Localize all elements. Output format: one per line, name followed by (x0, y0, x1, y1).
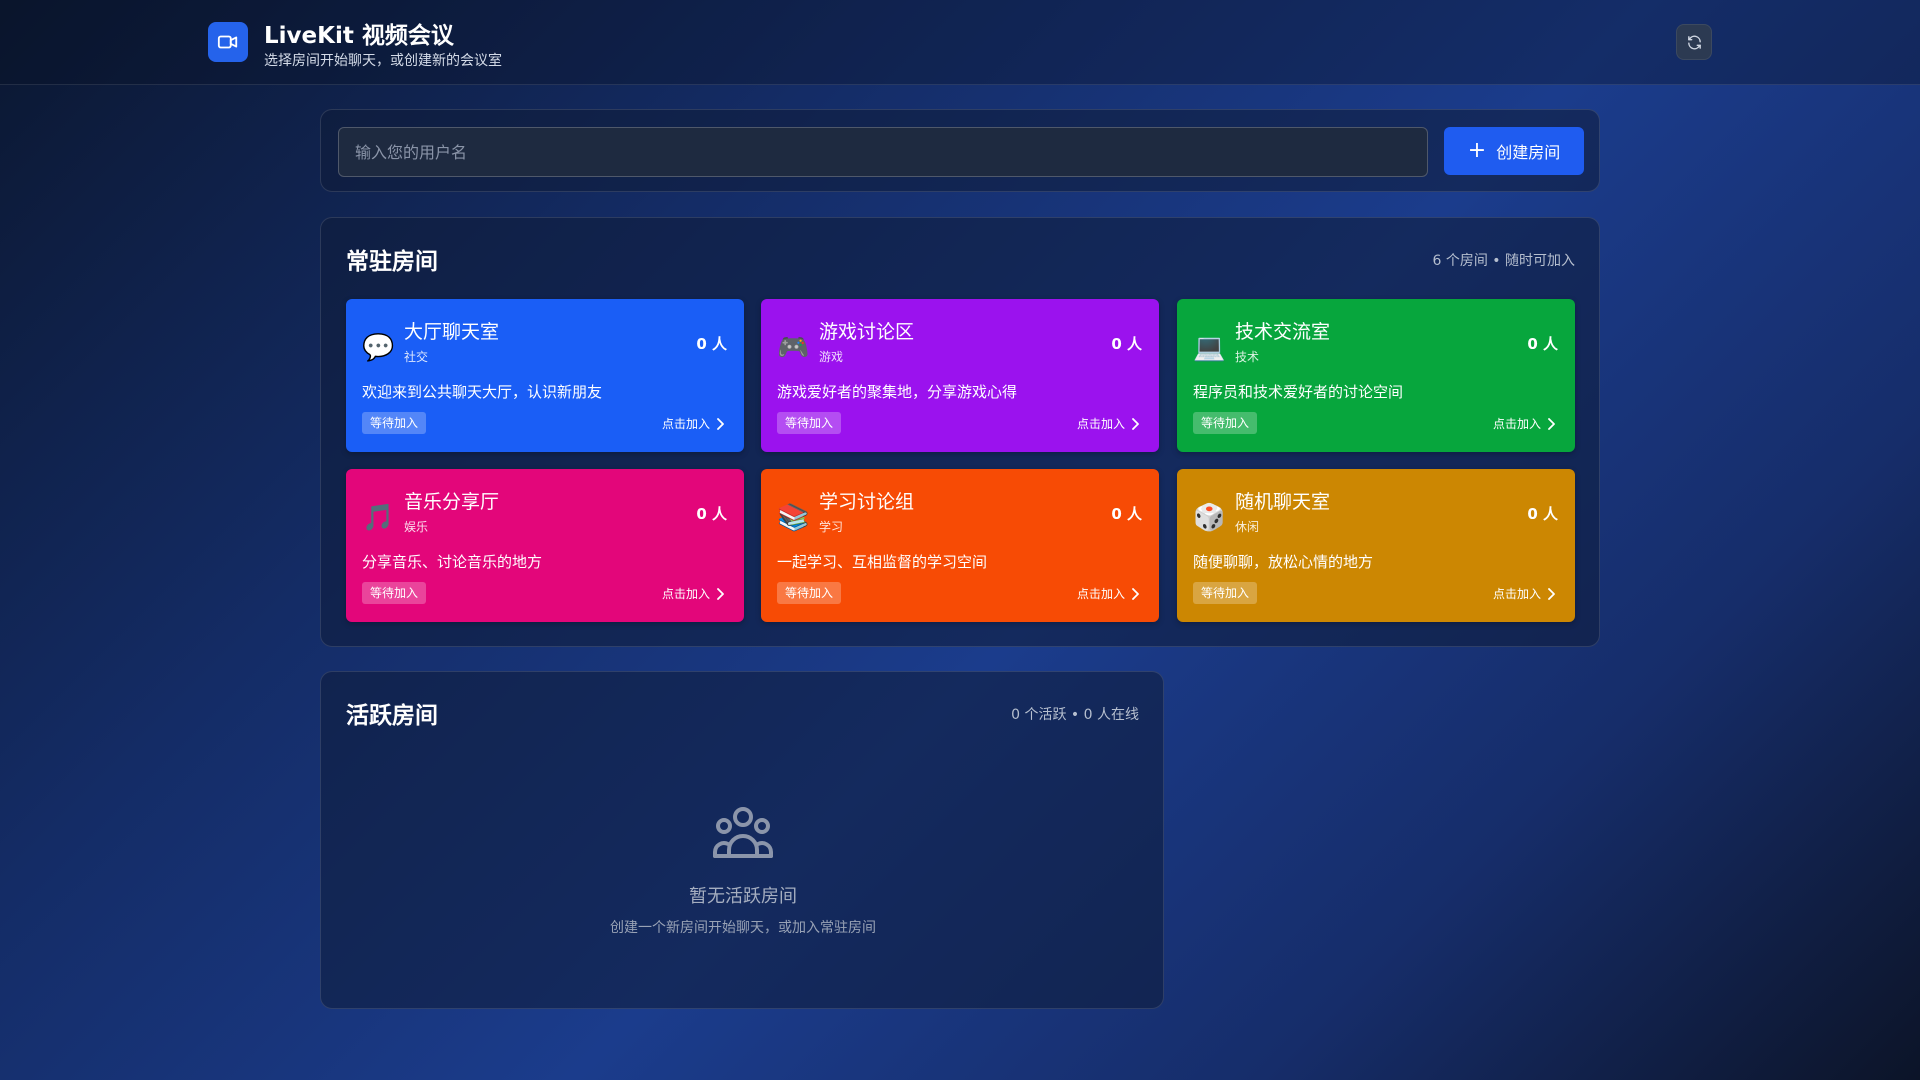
laptop-icon: 💻 (1193, 333, 1226, 363)
dice-icon: 🎲 (1193, 503, 1226, 533)
room-category: 娱乐 (404, 520, 429, 534)
active-rooms-section: 活跃房间 0 个活跃 • 0 人在线 暂无活跃房间 创建一个新房间开始聊天，或加… (320, 671, 1164, 1009)
permanent-rooms-title: 常驻房间 (346, 249, 438, 275)
plus-icon: + (1467, 138, 1487, 163)
room-join-link[interactable]: 点击加入 (662, 585, 724, 602)
room-name: 随机聊天室 (1235, 491, 1331, 513)
room-status-badge: 等待加入 (777, 582, 842, 604)
room-participant-count: 0 人 (696, 335, 727, 353)
video-camera-icon (217, 35, 238, 49)
room-join-link[interactable]: 点击加入 (1077, 585, 1139, 602)
room-card[interactable]: 💻 技术交流室技术 0 人程序员和技术爱好者的讨论空间等待加入 点击加入 (1177, 299, 1575, 452)
chevron-right-icon (1548, 587, 1555, 600)
room-card[interactable]: 🎲 随机聊天室休闲 0 人随便聊聊，放松心情的地方等待加入 点击加入 (1177, 469, 1575, 622)
room-status-badge: 等待加入 (1193, 582, 1258, 604)
empty-state-title: 暂无活跃房间 (689, 886, 797, 907)
room-join-label: 点击加入 (1492, 587, 1541, 601)
room-join-label: 点击加入 (1076, 587, 1125, 601)
room-join-label: 点击加入 (1076, 417, 1125, 431)
top-header: LiveKit 视频会议 选择房间开始聊天，或创建新的会议室 (0, 0, 1920, 85)
username-input[interactable] (338, 127, 1428, 177)
books-icon: 📚 (777, 503, 810, 533)
room-join-label: 点击加入 (1492, 417, 1541, 431)
room-category: 游戏 (819, 350, 844, 364)
room-category: 学习 (819, 520, 844, 534)
room-name: 技术交流室 (1235, 321, 1331, 343)
room-name: 学习讨论组 (819, 491, 915, 513)
music-note-icon: 🎵 (362, 503, 395, 533)
users-group-icon (713, 807, 773, 858)
app-subtitle: 选择房间开始聊天，或创建新的会议室 (264, 53, 502, 69)
room-join-label: 点击加入 (661, 587, 710, 601)
game-controller-icon: 🎮 (777, 333, 810, 363)
permanent-rooms-section: 常驻房间 6 个房间 • 随时可加入 💬 大厅聊天室 社交 0 人欢迎来到公共聊天大厅… (320, 217, 1600, 647)
empty-state-subtitle: 创建一个新房间开始聊天，或加入常驻房间 (610, 920, 876, 936)
chevron-right-icon (1132, 587, 1139, 600)
room-name: 音乐分享厅 (404, 491, 500, 513)
room-participant-count: 0 人 (1111, 505, 1142, 523)
chevron-right-icon (1548, 417, 1555, 430)
room-description: 分享音乐、讨论音乐的地方 (362, 553, 543, 571)
refresh-icon (1687, 35, 1701, 49)
app-title: LiveKit 视频会议 (264, 23, 454, 49)
room-description: 欢迎来到公共聊天大厅，认识新朋友 (362, 383, 603, 401)
room-name: 游戏讨论区 (819, 321, 915, 343)
room-card[interactable]: 📚 学习讨论组学习 0 人一起学习、互相监督的学习空间等待加入 点击加入 (761, 469, 1159, 622)
room-description: 随便聊聊，放松心情的地方 (1193, 553, 1374, 571)
permanent-rooms-meta: 6 个房间 • 随时可加入 (1432, 253, 1575, 269)
room-card[interactable]: 🎵 音乐分享厅娱乐 0 人分享音乐、讨论音乐的地方等待加入 点击加入 (346, 469, 744, 622)
room-description: 程序员和技术爱好者的讨论空间 (1193, 383, 1404, 401)
chevron-right-icon (1132, 417, 1139, 430)
chevron-right-icon (717, 417, 724, 430)
room-participant-count: 0 人 (696, 505, 727, 523)
room-join-link[interactable]: 点击加入 (1077, 415, 1139, 432)
active-rooms-meta: 0 个活跃 • 0 人在线 (1011, 707, 1139, 723)
room-status-badge: 等待加入 (362, 582, 427, 604)
room-status-badge: 等待加入 (1193, 412, 1258, 434)
active-rooms-title: 活跃房间 (346, 703, 438, 729)
room-description: 一起学习、互相监督的学习空间 (777, 553, 988, 571)
room-status-badge: 等待加入 (362, 412, 427, 434)
create-room-button[interactable]: + 创建房间 (1444, 127, 1584, 175)
chevron-right-icon (717, 587, 724, 600)
room-card[interactable]: 🎮 游戏讨论区游戏 0 人游戏爱好者的聚集地，分享游戏心得等待加入 点击加入 (761, 299, 1159, 452)
room-join-link[interactable]: 点击加入 (1493, 585, 1555, 602)
room-participant-count: 0 人 (1527, 505, 1558, 523)
room-join-link[interactable]: 点击加入 (1493, 415, 1555, 432)
room-card[interactable]: 💬 大厅聊天室社交 0 人欢迎来到公共聊天大厅，认识新朋友等待加入 点击加入 (346, 299, 744, 452)
room-category: 技术 (1235, 350, 1260, 364)
room-category: 社交 (404, 350, 429, 364)
refresh-button[interactable] (1676, 24, 1712, 60)
app-logo (208, 22, 248, 62)
room-name: 大厅聊天室 (404, 321, 500, 343)
room-participant-count: 0 人 (1527, 335, 1558, 353)
create-room-label: 创建房间 (1496, 143, 1561, 162)
user-bar: + 创建房间 (320, 109, 1600, 192)
room-join-label: 点击加入 (661, 417, 710, 431)
room-description: 游戏爱好者的聚集地，分享游戏心得 (777, 383, 1018, 401)
room-join-link[interactable]: 点击加入 (662, 415, 724, 432)
room-participant-count: 0 人 (1111, 335, 1142, 353)
room-status-badge: 等待加入 (777, 412, 842, 434)
speech-bubble-icon: 💬 (362, 333, 395, 363)
room-category: 休闲 (1235, 520, 1260, 534)
